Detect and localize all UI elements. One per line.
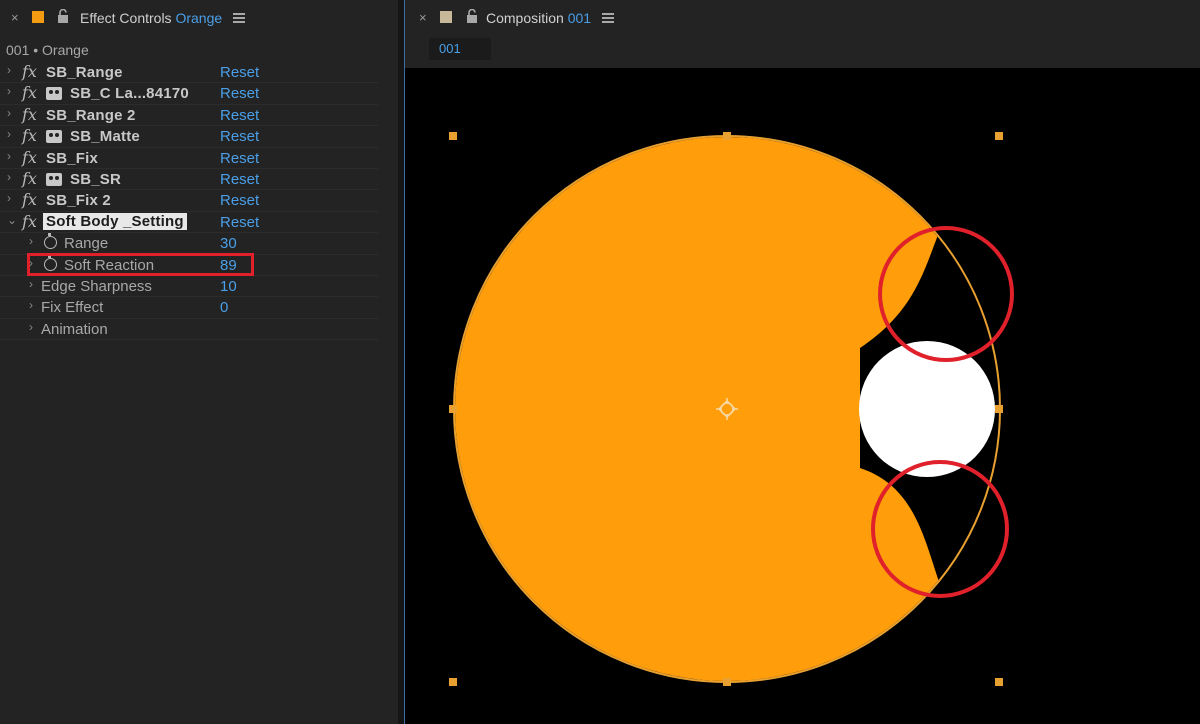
- effect-name: SB_C La...84170: [70, 85, 189, 103]
- composition-tab[interactable]: × Composition 001: [405, 0, 1200, 36]
- reset-button[interactable]: Reset: [220, 85, 259, 102]
- close-icon[interactable]: ×: [11, 10, 19, 25]
- effect-row[interactable]: › fx SB_SR Reset: [0, 169, 378, 191]
- fx-icon[interactable]: fx: [22, 126, 37, 145]
- layer-name-link[interactable]: Orange: [175, 10, 222, 26]
- composition-viewer[interactable]: [405, 68, 1200, 724]
- chevron-right-icon[interactable]: ›: [7, 84, 11, 98]
- effect-name: SB_Matte: [70, 128, 140, 146]
- chevron-right-icon[interactable]: ›: [29, 234, 33, 248]
- parameter-row[interactable]: › Range 30: [0, 233, 378, 255]
- panel-menu-icon[interactable]: [233, 13, 245, 23]
- effect-name: SB_Range: [46, 64, 123, 81]
- camera-icon: [46, 130, 62, 144]
- effect-row[interactable]: › fx SB_Fix 2 Reset: [0, 190, 378, 212]
- annotation-highlight-box: [27, 253, 254, 276]
- composition-name-link[interactable]: 001: [568, 10, 591, 26]
- parameter-row[interactable]: › Edge Sharpness 10: [0, 276, 378, 298]
- chevron-right-icon[interactable]: ›: [7, 149, 11, 163]
- effect-name: SB_SR: [70, 170, 122, 188]
- effect-row[interactable]: › fx SB_Range 2 Reset: [0, 105, 378, 127]
- effect-row[interactable]: › fx SB_C La...84170 Reset: [0, 83, 378, 105]
- effect-row-selected[interactable]: ⌄ fx Soft Body _Setting Reset: [0, 212, 378, 234]
- composition-title: Composition 001: [486, 10, 592, 26]
- comp-navigator-tab[interactable]: 001: [429, 38, 491, 60]
- effect-name: SB_Fix 2: [46, 192, 111, 210]
- reset-button[interactable]: Reset: [220, 171, 259, 188]
- chevron-right-icon[interactable]: ›: [7, 191, 11, 205]
- chevron-right-icon[interactable]: ›: [7, 170, 11, 184]
- effect-row[interactable]: › fx SB_Fix Reset: [0, 148, 378, 169]
- white-ball-shape[interactable]: [859, 341, 995, 477]
- fx-icon[interactable]: fx: [22, 105, 37, 124]
- composition-canvas[interactable]: [405, 68, 1200, 724]
- parameter-value[interactable]: 30: [220, 235, 237, 252]
- parameter-value[interactable]: 0: [220, 299, 228, 316]
- stopwatch-icon[interactable]: [44, 233, 57, 250]
- chevron-right-icon[interactable]: ›: [7, 106, 11, 120]
- parameter-value[interactable]: 10: [220, 278, 237, 295]
- composition-panel: × Composition 001 001: [404, 0, 1200, 724]
- effect-controls-title: Effect Controls Orange: [80, 10, 223, 26]
- chevron-right-icon[interactable]: ›: [29, 320, 33, 334]
- fx-icon[interactable]: fx: [22, 83, 37, 102]
- effect-name: SB_Range 2: [46, 106, 136, 124]
- fx-icon[interactable]: fx: [22, 169, 37, 188]
- reset-button[interactable]: Reset: [220, 192, 259, 209]
- label-color-swatch: [32, 11, 44, 23]
- close-icon[interactable]: ×: [419, 10, 427, 25]
- chevron-right-icon[interactable]: ›: [29, 298, 33, 312]
- effect-row[interactable]: › fx SB_Matte Reset: [0, 126, 378, 148]
- label-color-swatch: [440, 11, 452, 23]
- effect-controls-tab[interactable]: × Effect Controls Orange: [0, 0, 398, 36]
- parameter-name: Edge Sharpness: [41, 277, 152, 295]
- effects-list: › fx SB_Range Reset › fx SB_C La...84170…: [0, 62, 378, 341]
- lock-icon[interactable]: [466, 9, 478, 23]
- parameter-name: Animation: [41, 320, 108, 338]
- lock-icon[interactable]: [57, 9, 69, 23]
- reset-button[interactable]: Reset: [220, 214, 259, 231]
- camera-icon: [46, 87, 62, 101]
- reset-button[interactable]: Reset: [220, 150, 259, 167]
- fx-icon[interactable]: fx: [22, 212, 37, 231]
- chevron-right-icon[interactable]: ›: [7, 127, 11, 141]
- chevron-right-icon[interactable]: ›: [7, 63, 11, 77]
- chevron-right-icon[interactable]: ›: [29, 277, 33, 291]
- reset-button[interactable]: Reset: [220, 107, 259, 124]
- camera-icon: [46, 172, 62, 186]
- chevron-down-icon[interactable]: ⌄: [7, 213, 17, 227]
- effect-row[interactable]: › fx SB_Range Reset: [0, 62, 378, 84]
- fx-icon[interactable]: fx: [22, 190, 37, 209]
- panel-menu-icon[interactable]: [602, 13, 614, 23]
- reset-button[interactable]: Reset: [220, 128, 259, 145]
- parameter-name: Fix Effect: [41, 299, 104, 317]
- parameter-name: Range: [64, 235, 109, 253]
- effect-name: Soft Body _Setting: [43, 212, 187, 230]
- layer-path: 001 • Orange: [6, 42, 89, 58]
- fx-icon[interactable]: fx: [22, 62, 37, 81]
- parameter-row[interactable]: › Fix Effect 0: [0, 297, 378, 319]
- effect-name: SB_Fix: [46, 149, 99, 167]
- effect-controls-panel: × Effect Controls Orange 001 • Orange › …: [0, 0, 398, 724]
- fx-icon[interactable]: fx: [22, 148, 37, 167]
- parameter-row[interactable]: › Animation: [0, 319, 378, 341]
- reset-button[interactable]: Reset: [220, 64, 259, 81]
